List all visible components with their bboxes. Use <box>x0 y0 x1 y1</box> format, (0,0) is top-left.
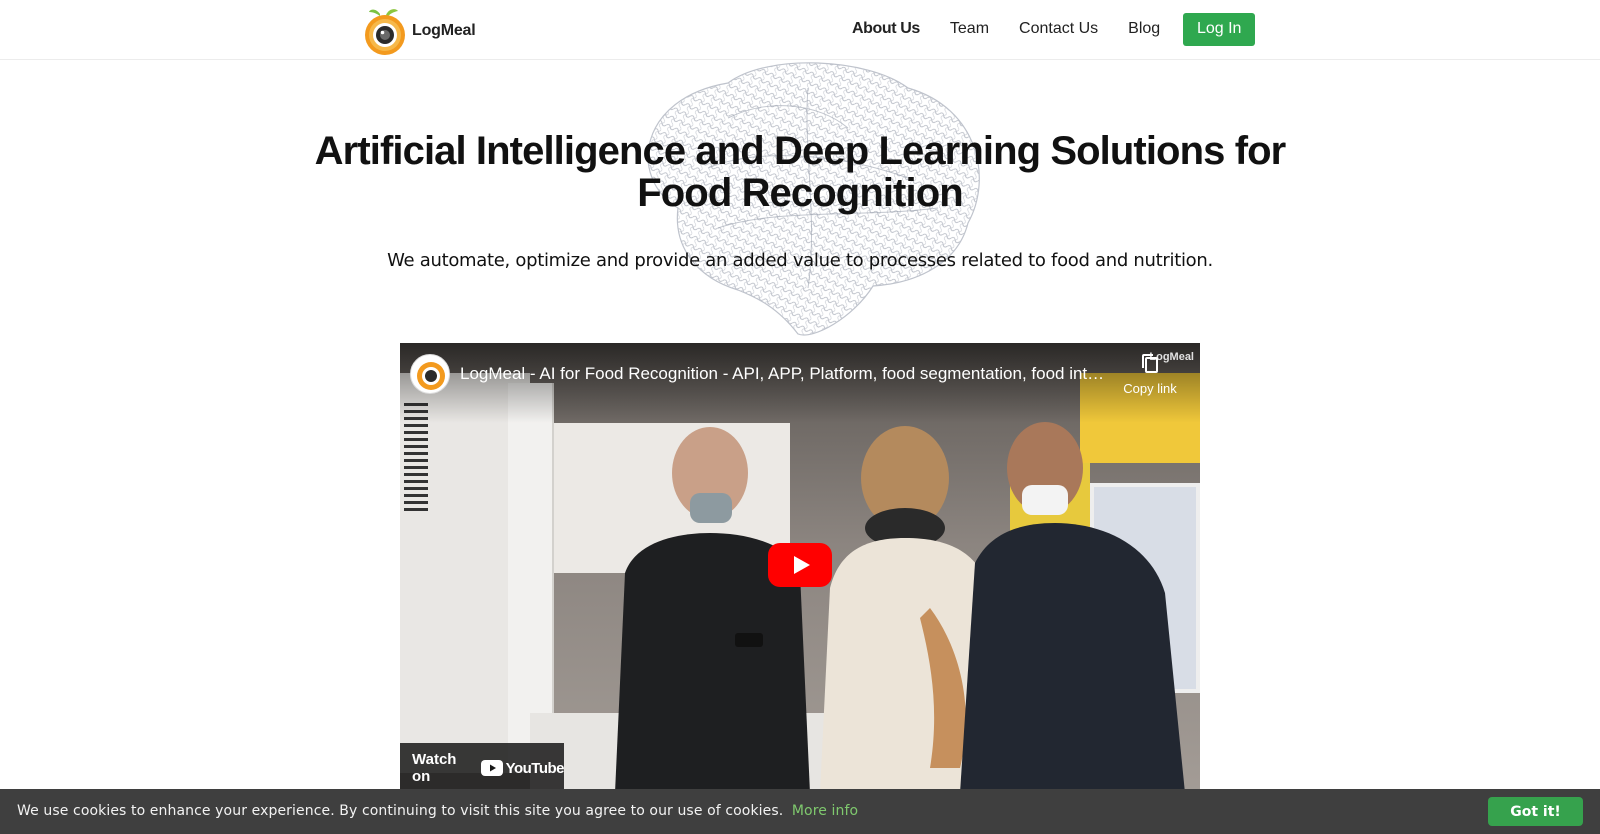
copy-link-label: Copy link <box>1123 381 1177 396</box>
nav-contact-us[interactable]: Contact Us <box>1019 20 1098 38</box>
play-icon <box>794 556 810 574</box>
watch-on-youtube-button[interactable]: Watch on YouTube <box>400 743 565 793</box>
brand-name: LogMeal <box>412 22 476 39</box>
play-button[interactable] <box>768 543 832 587</box>
site-header: LogMeal About Us Team Contact Us Blog Lo… <box>0 0 1600 60</box>
hero-subtitle: We automate, optimize and provide an add… <box>387 250 1213 271</box>
nav-about-us[interactable]: About Us <box>852 20 920 38</box>
video-title[interactable]: LogMeal - AI for Food Recognition - API,… <box>460 364 1110 384</box>
youtube-logo-icon <box>480 760 503 776</box>
video-thumbnail-part <box>508 383 554 763</box>
cookie-more-info-link[interactable]: More info <box>792 803 858 819</box>
youtube-wordmark: YouTube <box>505 759 565 777</box>
watch-on-label: Watch on <box>412 751 457 785</box>
cookie-banner: We use cookies to enhance your experienc… <box>0 789 1600 834</box>
login-button[interactable]: Log In <box>1183 12 1256 46</box>
cookie-accept-button[interactable]: Got it! <box>1488 797 1583 826</box>
logo-icon <box>362 6 408 56</box>
main-nav: About Us Team Contact Us Blog Log In <box>852 12 1256 46</box>
video-thumbnail-person <box>960 422 1185 793</box>
cookie-message: We use cookies to enhance your experienc… <box>17 803 858 819</box>
hero-title: Artificial Intelligence and Deep Learnin… <box>314 129 1287 215</box>
cookie-text: We use cookies to enhance your experienc… <box>17 803 784 819</box>
channel-avatar-icon[interactable] <box>410 354 450 394</box>
nav-blog[interactable]: Blog <box>1128 20 1160 38</box>
nav-team[interactable]: Team <box>950 20 989 38</box>
copy-link-icon <box>1140 353 1160 375</box>
logo-link[interactable]: LogMeal <box>362 6 476 56</box>
youtube-logo: YouTube <box>480 759 565 777</box>
video-embed[interactable]: LogMeal - AI for Food Recognition - API,… <box>400 343 1200 793</box>
copy-link-button[interactable]: Copy link <box>1118 353 1182 396</box>
video-thumbnail-person <box>615 427 810 793</box>
